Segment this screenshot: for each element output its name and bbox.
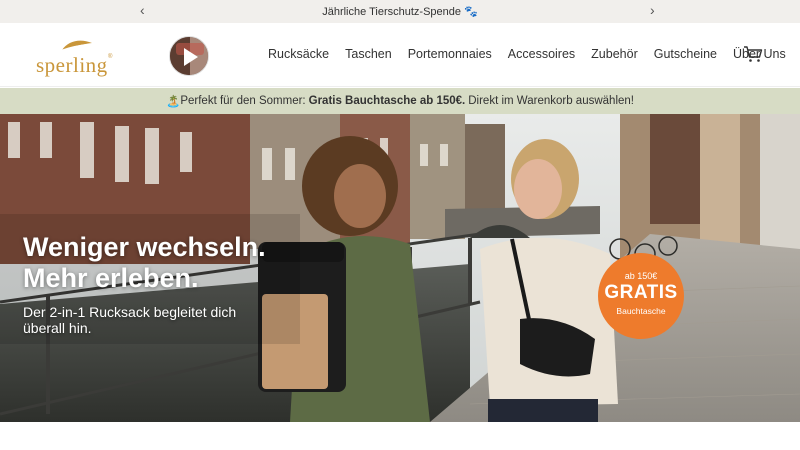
hero-subtitle: Der 2-in-1 Rucksack begleitet dich übera… [23, 304, 237, 336]
hero-banner[interactable]: Weniger wechseln. Mehr erleben. Der 2-in… [0, 114, 800, 422]
logo-registered-mark: ® [108, 54, 113, 60]
content-area [0, 422, 800, 450]
announcement-text[interactable]: Jährliche Tierschutz-Spende 🐾 [322, 5, 478, 18]
promo-bar: 🏝️ Perfekt für den Sommer: Gratis Baucht… [0, 88, 800, 114]
video-thumbnail-button[interactable] [169, 36, 209, 76]
logo-wordmark: sperling [36, 53, 108, 77]
hero-headline: Weniger wechseln. Mehr erleben. [23, 232, 266, 294]
promo-text-bold: Gratis Bauchtasche ab 150€. [308, 95, 466, 107]
free-bag-badge: ab 150€ GRATIS Bauchtasche [598, 253, 684, 339]
main-navigation: Rucksäcke Taschen Portemonnaies Accessoi… [268, 47, 800, 61]
chevron-right-icon[interactable]: › [650, 2, 655, 18]
hero-headline-line1: Weniger wechseln. [23, 232, 266, 262]
sperling-logo[interactable]: sperling ® [36, 37, 114, 77]
nav-item-portemonnaies[interactable]: Portemonnaies [408, 47, 492, 61]
badge-product: Bauchtasche [616, 306, 666, 316]
nav-item-accessoires[interactable]: Accessoires [508, 47, 575, 61]
chevron-left-icon[interactable]: ‹ [140, 2, 145, 18]
announcement-bar: ‹ Jährliche Tierschutz-Spende 🐾 › [0, 0, 800, 23]
nav-item-rucksaecke[interactable]: Rucksäcke [268, 47, 329, 61]
island-emoji: 🏝️ [166, 96, 181, 108]
nav-item-taschen[interactable]: Taschen [345, 47, 392, 61]
nav-item-gutscheine[interactable]: Gutscheine [654, 47, 717, 61]
badge-gratis: GRATIS [604, 282, 678, 303]
shopping-cart-icon[interactable] [743, 45, 763, 63]
promo-text-after: Direkt im Warenkorb auswählen! [468, 95, 634, 107]
play-icon [184, 48, 198, 66]
promo-text-before: Perfekt für den Sommer: [180, 95, 306, 107]
hero-headline-line2: Mehr erleben. [23, 263, 199, 293]
badge-threshold: ab 150€ [624, 271, 658, 281]
site-header: sperling ® Rucksäcke Taschen Portemonnai… [0, 23, 800, 87]
feather-icon [61, 40, 92, 51]
nav-item-zubehoer[interactable]: Zubehör [591, 47, 638, 61]
